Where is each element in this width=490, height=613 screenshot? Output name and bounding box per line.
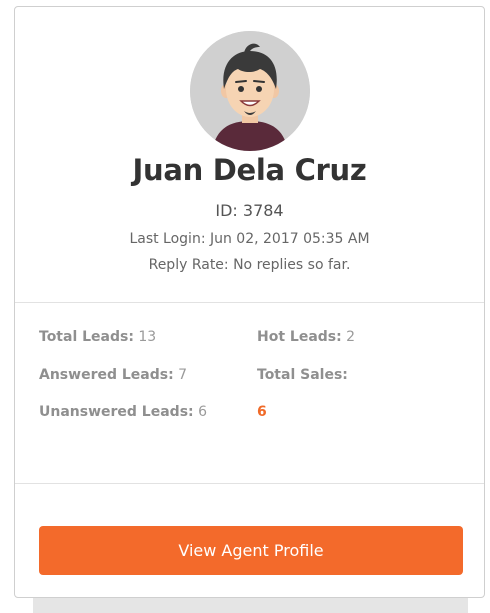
stat-value: 2 [346, 329, 356, 345]
agent-id: ID: 3784 [215, 201, 284, 220]
agent-profile-section: Juan Dela Cruz ID: 3784 Last Login: Jun … [15, 7, 484, 302]
stat-label: Hot Leads: [257, 329, 342, 345]
stat-value: 13 [138, 329, 157, 345]
cartoon-man-avatar-icon [190, 31, 310, 151]
card-footer: View Agent Profile [15, 484, 484, 599]
reply-rate: Reply Rate: No replies so far. [148, 257, 351, 273]
stat-total-sales: Total Sales: [257, 367, 348, 383]
total-sales-value: 6 [257, 404, 267, 420]
stat-label: Total Leads: [39, 329, 134, 345]
stat-hot-leads: Hot Leads: 2 [257, 329, 355, 345]
lead-stats: Total Leads: 13 Hot Leads: 2 Answered Le… [15, 303, 484, 483]
view-agent-profile-button[interactable]: View Agent Profile [39, 526, 463, 575]
stat-label: Answered Leads: [39, 367, 174, 383]
stat-value: 7 [178, 367, 188, 383]
agent-name: Juan Dela Cruz [132, 153, 367, 187]
stat-unanswered-leads: Unanswered Leads: 6 [39, 404, 207, 420]
stat-label: Total Sales: [257, 367, 348, 383]
avatar [190, 31, 310, 151]
stat-total-leads: Total Leads: 13 [39, 329, 156, 345]
last-login: Last Login: Jun 02, 2017 05:35 AM [129, 231, 370, 247]
stat-value: 6 [198, 404, 207, 420]
stat-answered-leads: Answered Leads: 7 [39, 367, 187, 383]
agent-card: Juan Dela Cruz ID: 3784 Last Login: Jun … [14, 6, 485, 598]
stat-label: Unanswered Leads: [39, 404, 194, 420]
